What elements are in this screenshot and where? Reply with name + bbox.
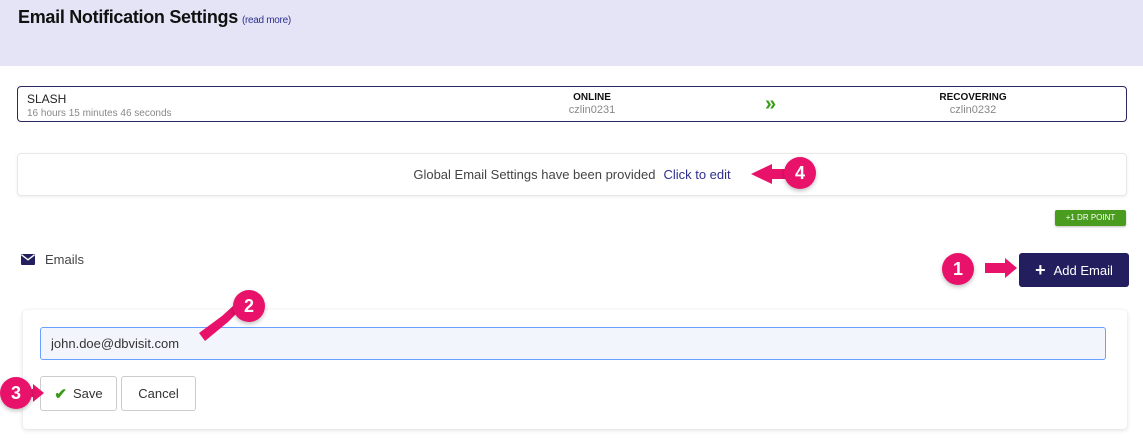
callout-arrow-2 [199,306,238,341]
callout-2: 2 [233,290,265,322]
callout-1: 1 [942,253,974,285]
callout-3: 3 [0,377,32,409]
callout-4: 4 [784,157,816,189]
callout-arrow-1 [985,258,1017,278]
callout-arrows [28,164,1017,402]
